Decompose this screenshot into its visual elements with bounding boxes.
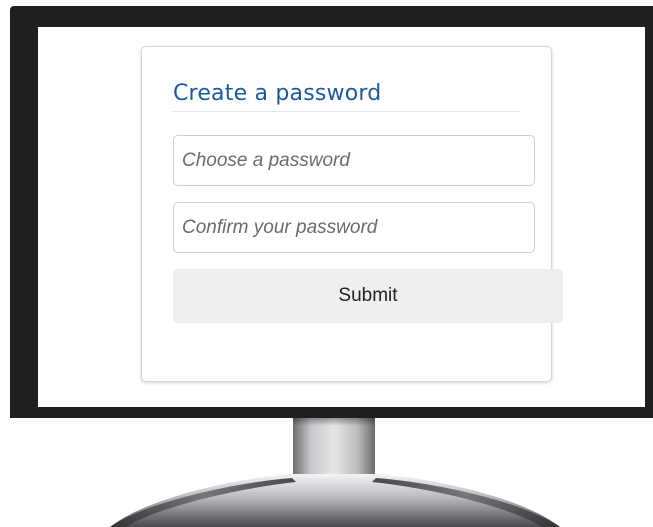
title-divider <box>173 111 520 112</box>
monitor-screen: Create a password Submit <box>38 27 645 407</box>
monitor-stand-shadow <box>293 418 375 426</box>
choose-password-input[interactable] <box>173 135 535 186</box>
monitor-illustration: Create a password Submit <box>0 0 653 527</box>
form-title: Create a password <box>173 81 382 106</box>
create-password-card: Create a password Submit <box>141 46 563 382</box>
monitor-stand-base <box>110 474 560 527</box>
confirm-password-input[interactable] <box>173 202 535 253</box>
submit-button[interactable]: Submit <box>173 269 563 323</box>
monitor-bezel: Create a password Submit <box>10 6 653 418</box>
